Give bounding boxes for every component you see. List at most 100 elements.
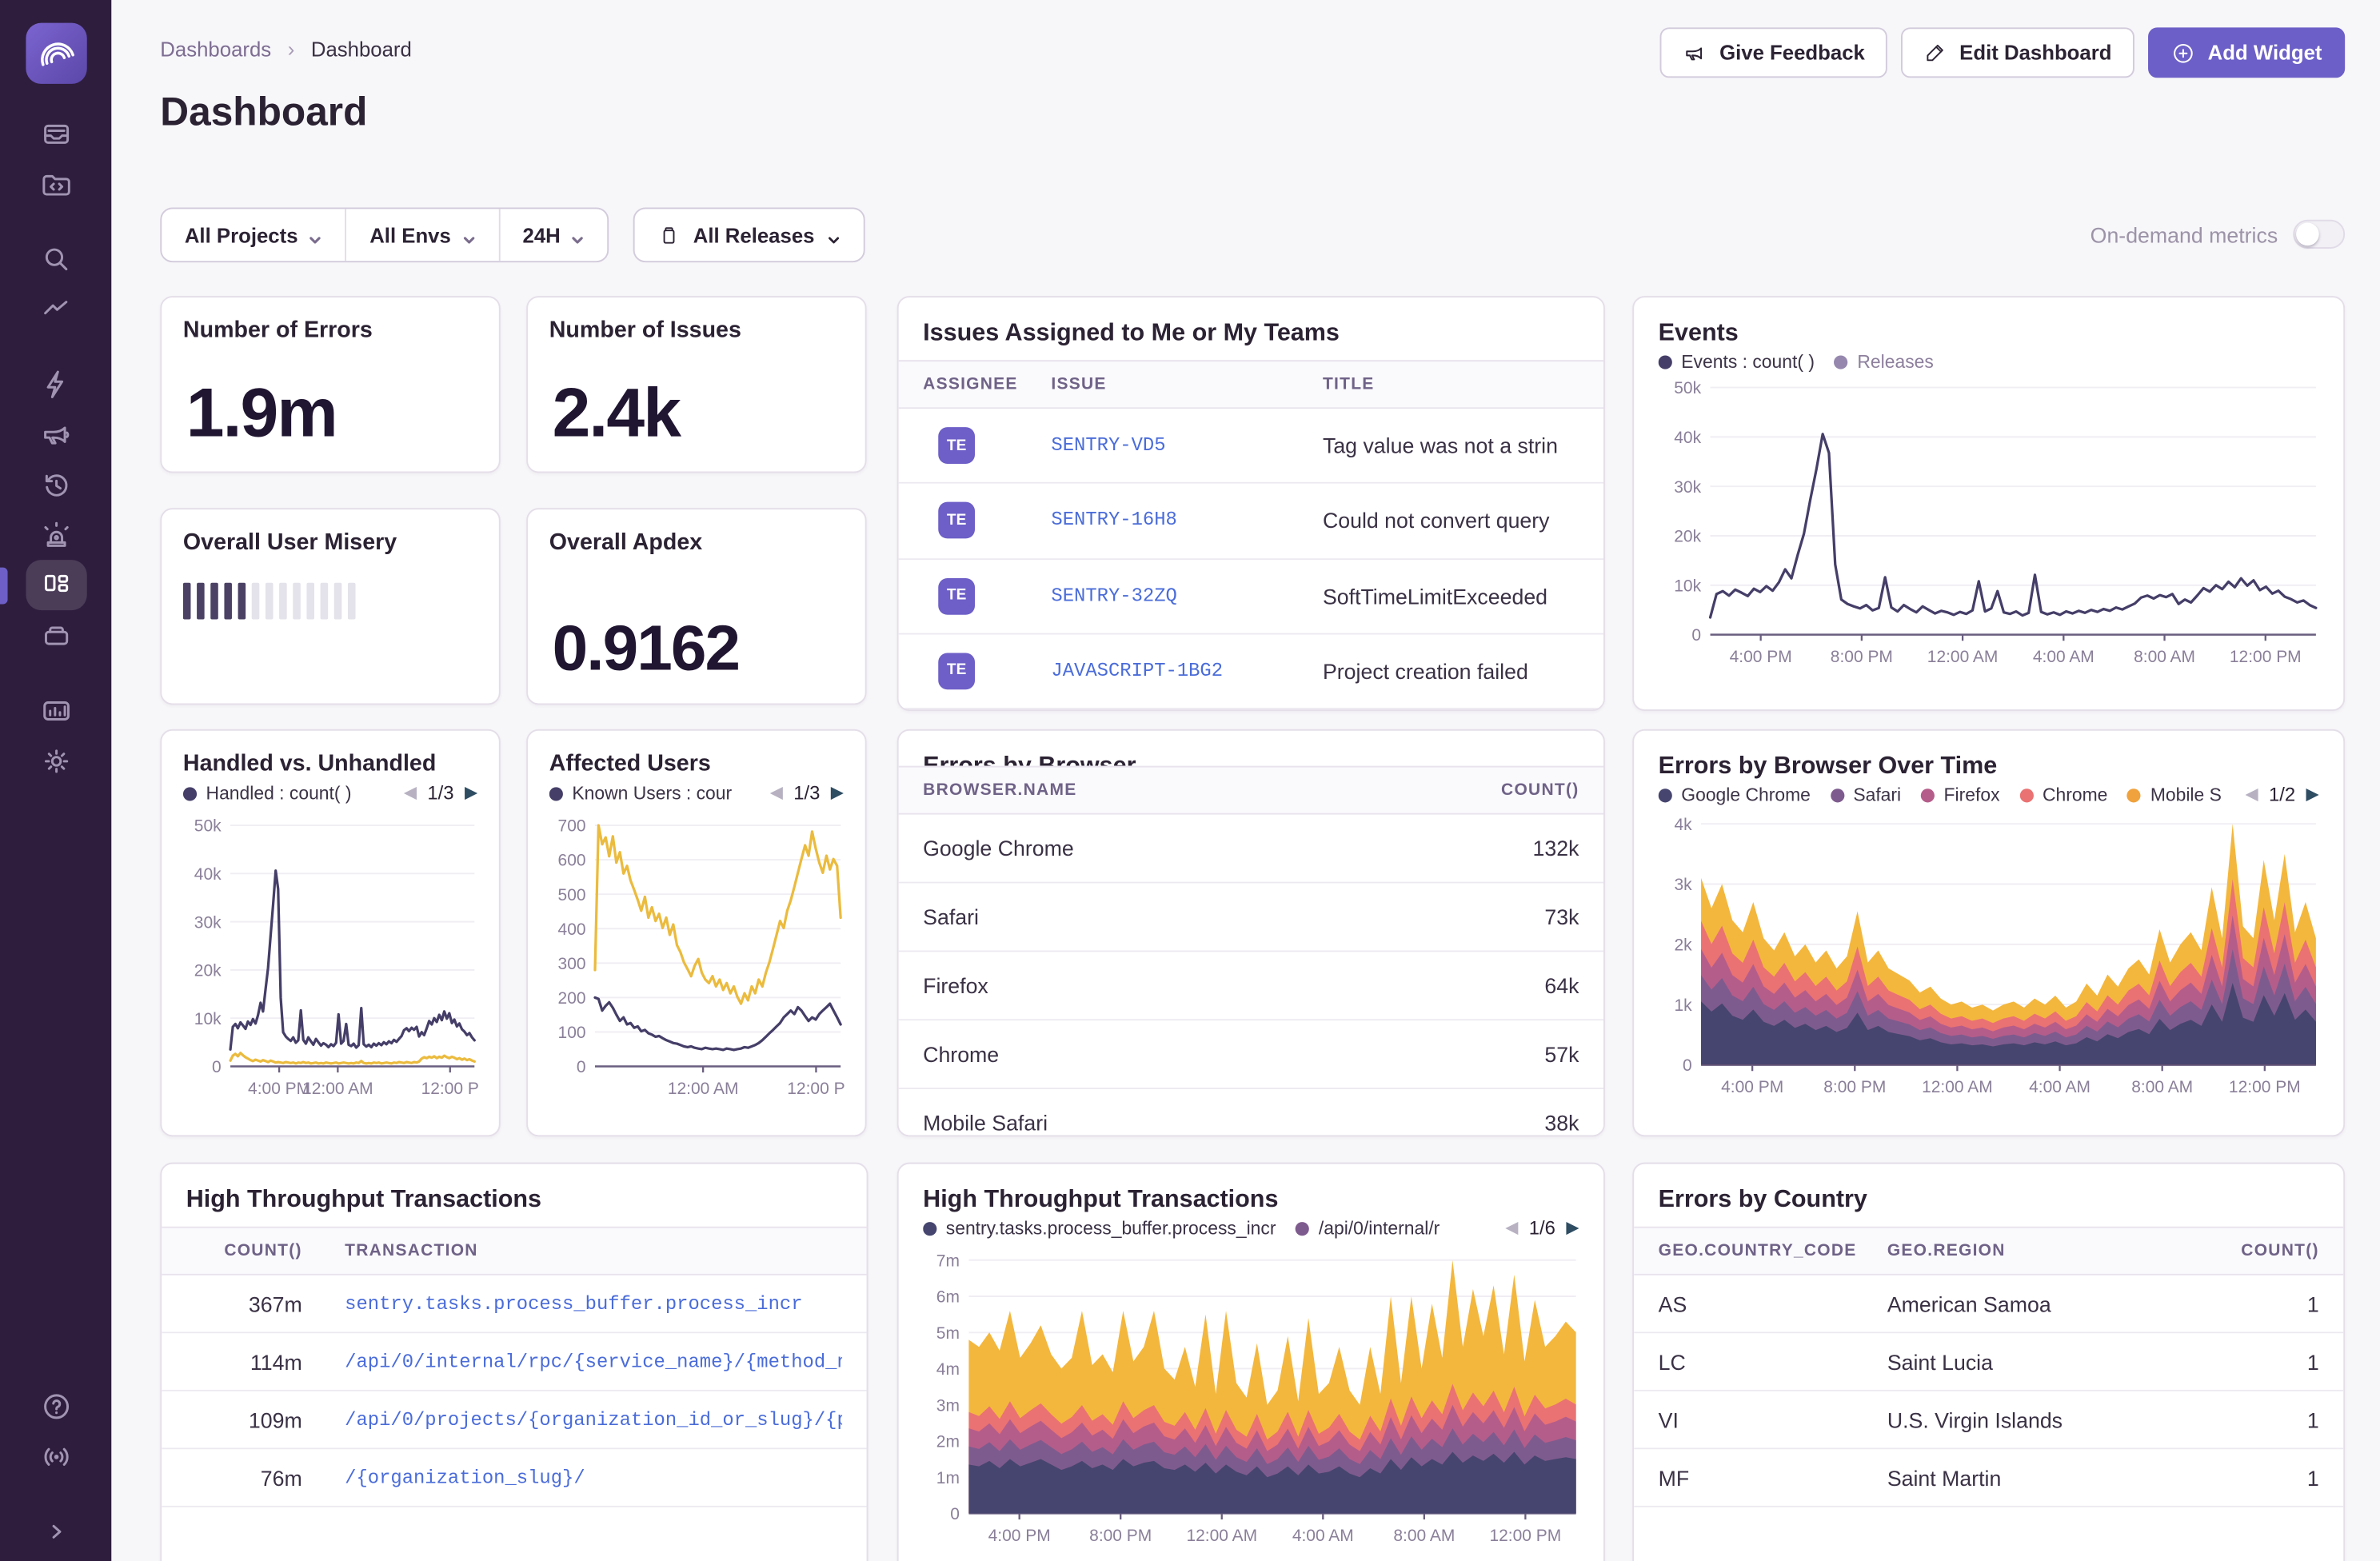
legend-entry[interactable]: sentry.tasks.process_buffer.process_incr <box>923 1217 1276 1239</box>
transaction-link[interactable]: /api/0/projects/{organization_id_or_slug… <box>345 1409 842 1431</box>
sidebar-item-traces[interactable] <box>25 284 86 334</box>
date-range-filter[interactable]: 24H <box>497 209 608 261</box>
assignee-avatar[interactable]: TE <box>938 427 976 465</box>
column-header-count[interactable]: COUNT() <box>1442 781 1579 800</box>
widget-errors-by-country[interactable]: Errors by Country GEO.COUNTRY_CODE GEO.R… <box>1632 1162 2346 1561</box>
widget-overall-apdex[interactable]: Overall Apdex 0.9162 <box>526 508 867 705</box>
legend-entry[interactable]: Safari <box>1830 784 1901 805</box>
table-row[interactable]: 109m /api/0/projects/{organization_id_or… <box>162 1391 867 1450</box>
table-row[interactable]: Firefox 64k <box>898 952 1603 1021</box>
table-row[interactable]: 114m /api/0/internal/rpc/{service_name}/… <box>162 1333 867 1391</box>
table-row[interactable]: Safari 73k <box>898 883 1603 952</box>
pager-next-icon[interactable]: ▶ <box>1566 1219 1579 1236</box>
column-header-browser-name[interactable]: BROWSER.NAME <box>923 781 1442 800</box>
sidebar-item-explore[interactable] <box>25 234 86 284</box>
transaction-link[interactable]: /api/0/internal/rpc/{service_name}/{meth… <box>345 1351 842 1372</box>
pager-prev-icon[interactable]: ◀ <box>2246 785 2258 803</box>
give-feedback-button[interactable]: Give Feedback <box>1659 27 1888 78</box>
column-header-transaction[interactable]: TRANSACTION <box>345 1242 842 1260</box>
table-row[interactable]: AS American Samoa 1 <box>1634 1275 2344 1334</box>
transaction-link[interactable]: /{organization_slug}/ <box>345 1467 842 1488</box>
on-demand-metrics-toggle[interactable] <box>2293 219 2346 249</box>
table-row[interactable]: Mobile Safari 38k <box>898 1089 1603 1136</box>
pager-prev-icon[interactable]: ◀ <box>404 784 417 802</box>
column-header-count[interactable]: COUNT() <box>186 1242 302 1260</box>
widget-number-of-issues[interactable]: Number of Issues 2.4k <box>526 296 867 473</box>
table-row[interactable]: TE JAVASCRIPT-1BG2 Project creation fail… <box>898 634 1603 710</box>
column-header-title[interactable]: TITLE <box>1323 375 1579 393</box>
legend-entry[interactable]: Firefox <box>1920 784 2000 805</box>
assignee-avatar[interactable]: TE <box>938 577 976 615</box>
sentry-logo[interactable] <box>25 22 86 84</box>
handled-line-chart[interactable]: 0 10k 20k 30k 40k 50k 4:00 PM12:00 AM 12:00 P <box>183 816 481 1104</box>
table-row[interactable]: Google Chrome 132k <box>898 814 1603 884</box>
widget-high-throughput-table[interactable]: High Throughput Transactions COUNT() TRA… <box>160 1162 869 1561</box>
pager-prev-icon[interactable]: ◀ <box>770 784 783 802</box>
widget-overall-user-misery[interactable]: Overall User Misery <box>160 508 501 705</box>
table-row[interactable]: TE SENTRY-VD5 Tag value was not a strin <box>898 409 1603 485</box>
column-header-count[interactable]: COUNT() <box>2212 1242 2319 1260</box>
sidebar-collapse[interactable] <box>25 1506 86 1556</box>
legend-entry[interactable]: Handled : count( ) <box>182 783 352 804</box>
issue-link[interactable]: JAVASCRIPT-1BG2 <box>1051 661 1323 682</box>
assignee-avatar[interactable]: TE <box>938 502 976 540</box>
widget-high-throughput-chart[interactable]: High Throughput Transactions sentry.task… <box>896 1162 1605 1561</box>
legend-entry[interactable]: /api/0/internal/r <box>1296 1217 1440 1239</box>
sidebar-item-stats[interactable] <box>25 685 86 736</box>
table-row[interactable]: 76m /{organization_slug}/ <box>162 1449 867 1507</box>
widget-issues-assigned[interactable]: Issues Assigned to Me or My Teams ASSIGN… <box>896 296 1605 711</box>
column-header-country-code[interactable]: GEO.COUNTRY_CODE <box>1659 1242 1887 1260</box>
environment-filter[interactable]: All Envs <box>345 209 498 261</box>
sidebar-item-settings[interactable] <box>25 736 86 786</box>
table-row[interactable]: TE SENTRY-32ZQ SoftTimeLimitExceeded <box>898 559 1603 635</box>
table-row[interactable]: TE SENTRY-16H8 Could not convert query <box>898 484 1603 560</box>
browser-stacked-area-chart[interactable]: 0 1k 2k 3k 4k 4:00 PM 8:00 PM 12:00 AM 4:00 AM 8:… <box>1659 815 2322 1102</box>
sidebar-item-alerts[interactable] <box>25 509 86 560</box>
events-line-chart[interactable]: 0 10k 20k 30k 40k 50k 4:00 PM 8:00 PM 12:00 AM 4:… <box>1659 378 2322 671</box>
sidebar-item-feedback[interactable] <box>25 409 86 459</box>
sidebar-item-replays[interactable] <box>25 459 86 509</box>
column-header-assignee[interactable]: ASSIGNEE <box>923 375 1051 393</box>
pager-next-icon[interactable]: ▶ <box>2306 785 2319 803</box>
sidebar-item-releases[interactable] <box>25 610 86 661</box>
widget-events-chart[interactable]: Events Events : count( ) Releases 0 10k … <box>1632 296 2346 711</box>
widget-errors-by-browser-over-time[interactable]: Errors by Browser Over Time Google Chrom… <box>1632 729 2346 1137</box>
issue-link[interactable]: SENTRY-VD5 <box>1051 435 1323 457</box>
legend-entry[interactable]: Releases <box>1834 351 1934 372</box>
releases-filter[interactable]: All Releases <box>633 207 865 263</box>
breadcrumb-dashboards[interactable]: Dashboards <box>160 38 271 62</box>
sidebar-item-projects[interactable] <box>25 158 86 209</box>
table-row[interactable]: 367m sentry.tasks.process_buffer.process… <box>162 1275 867 1334</box>
sidebar-item-help[interactable] <box>25 1380 86 1431</box>
sidebar-item-dashboards[interactable] <box>0 560 86 611</box>
project-filter[interactable]: All Projects <box>162 209 345 261</box>
legend-entry[interactable]: Known Users : cour <box>549 783 732 804</box>
throughput-stacked-area-chart[interactable]: 0 1m 2m 3m 4m 5m 6m 7m 4:00 PM 8:00 PM 12:00 AM 4:0… <box>923 1251 1582 1550</box>
pager-next-icon[interactable]: ▶ <box>465 784 477 802</box>
widget-handled-vs-unhandled[interactable]: Handled vs. Unhandled Handled : count( )… <box>160 729 501 1137</box>
legend-entry[interactable]: Mobile S <box>2127 784 2222 805</box>
widget-affected-users[interactable]: Affected Users Known Users : cour ◀ 1/3 … <box>526 729 867 1137</box>
issue-link[interactable]: SENTRY-16H8 <box>1051 510 1323 532</box>
table-row[interactable]: Chrome 57k <box>898 1020 1603 1090</box>
edit-dashboard-button[interactable]: Edit Dashboard <box>1901 27 2135 78</box>
pager-next-icon[interactable]: ▶ <box>831 784 844 802</box>
affected-users-line-chart[interactable]: 0 100 200 300 400 500 600 700 12:00 AM 12:00 P <box>549 816 847 1104</box>
legend-entry[interactable]: Chrome <box>2019 784 2107 805</box>
column-header-region[interactable]: GEO.REGION <box>1887 1242 2212 1260</box>
table-row[interactable]: VI U.S. Virgin Islands 1 <box>1634 1391 2344 1450</box>
table-row[interactable]: MF Saint Martin 1 <box>1634 1449 2344 1507</box>
table-row[interactable]: LC Saint Lucia 1 <box>1634 1333 2344 1391</box>
sidebar-item-whats-new[interactable] <box>25 1431 86 1481</box>
pager-prev-icon[interactable]: ◀ <box>1505 1219 1518 1236</box>
legend-entry[interactable]: Events : count( ) <box>1658 351 1815 372</box>
sidebar-item-issues[interactable] <box>25 108 86 158</box>
assignee-avatar[interactable]: TE <box>938 653 976 690</box>
sidebar-item-performance[interactable] <box>25 358 86 409</box>
transaction-link[interactable]: sentry.tasks.process_buffer.process_incr <box>345 1293 842 1315</box>
column-header-issue[interactable]: ISSUE <box>1051 375 1323 393</box>
widget-errors-by-browser[interactable]: Errors by Browser BROWSER.NAME COUNT() G… <box>896 729 1605 1137</box>
legend-entry[interactable]: Google Chrome <box>1658 784 1811 805</box>
widget-number-of-errors[interactable]: Number of Errors 1.9m <box>160 296 501 473</box>
add-widget-button[interactable]: Add Widget <box>2148 27 2346 78</box>
